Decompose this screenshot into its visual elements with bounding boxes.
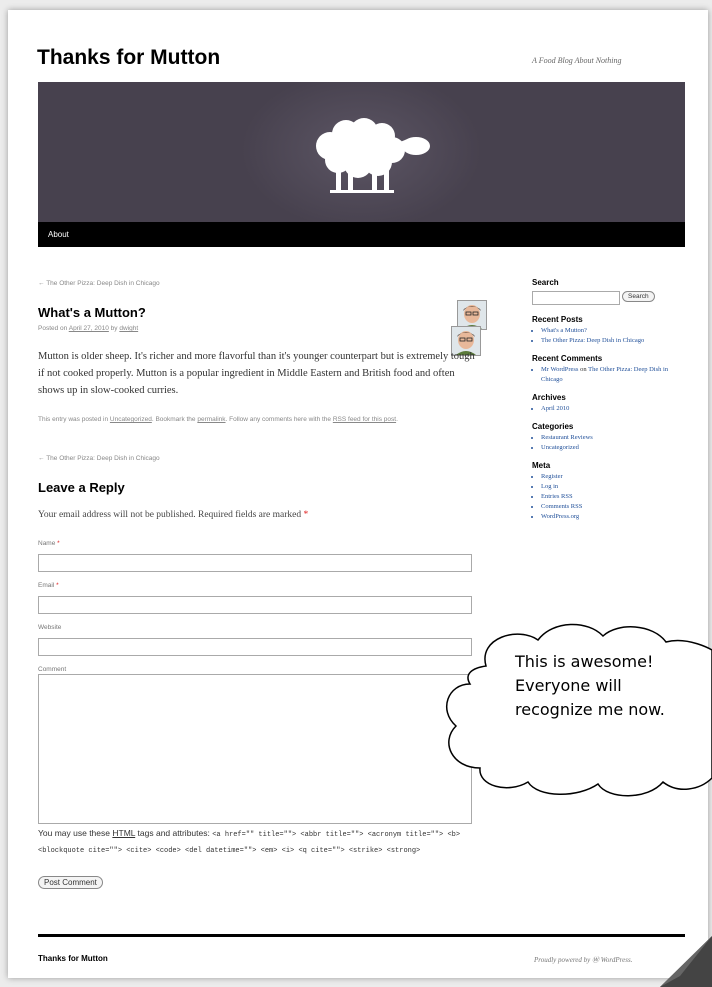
website-field[interactable] xyxy=(38,638,472,656)
recent-comments-list: Mr WordPress on The Other Pizza: Deep Di… xyxy=(532,365,682,385)
recent-posts-title: Recent Posts xyxy=(532,315,583,324)
post-comment-button[interactable]: Post Comment xyxy=(38,876,103,889)
comment-label: Comment xyxy=(38,666,67,673)
required-marker: * xyxy=(56,582,59,589)
search-widget-title: Search xyxy=(532,278,559,287)
footer-text-3: . Follow any comments here with the xyxy=(225,416,333,423)
footer-text-4: . xyxy=(396,416,398,423)
footer-text-1: This entry was posted in xyxy=(38,416,110,423)
allowed-tags-note: You may use these HTML tags and attribut… xyxy=(38,825,498,857)
recent-comment-item: Mr WordPress on The Other Pizza: Deep Di… xyxy=(541,365,682,385)
name-label: Name * xyxy=(38,540,60,547)
cloud-line: This is awesome! xyxy=(515,652,654,671)
category-item[interactable]: Uncategorized xyxy=(541,443,682,453)
meta-item-entries-rss[interactable]: Entries RSS xyxy=(541,492,682,502)
site-tagline: A Food Blog About Nothing xyxy=(532,56,622,65)
browser-page: Thanks for Mutton A Food Blog About Noth… xyxy=(8,10,708,978)
tags-suffix: tags and attributes: xyxy=(135,828,213,838)
meta-item-wordpress-org[interactable]: WordPress.org xyxy=(541,512,682,522)
leave-reply-heading: Leave a Reply xyxy=(38,480,125,495)
meta-prefix: Posted on xyxy=(38,325,69,332)
categories-title: Categories xyxy=(532,422,574,431)
comment-textarea[interactable] xyxy=(38,674,472,824)
name-field[interactable] xyxy=(38,554,472,572)
category-item[interactable]: Restaurant Reviews xyxy=(541,433,682,443)
header-banner xyxy=(38,82,685,222)
footer-credit[interactable]: Proudly powered by Ⓦ WordPress. xyxy=(534,955,632,965)
meta-item-register[interactable]: Register xyxy=(541,472,682,482)
meta-by: by xyxy=(108,325,120,332)
email-field[interactable] xyxy=(38,596,472,614)
meta-list: Register Log in Entries RSS Comments RSS… xyxy=(532,472,682,522)
required-marker: * xyxy=(57,540,60,547)
recent-posts-list: What's a Mutton? The Other Pizza: Deep D… xyxy=(532,326,682,346)
meta-item-login[interactable]: Log in xyxy=(541,482,682,492)
email-label: Email * xyxy=(38,582,59,589)
archives-list: April 2010 xyxy=(532,404,682,414)
category-link[interactable]: Uncategorized xyxy=(110,416,152,423)
avatar-face-icon xyxy=(458,301,486,329)
post-title[interactable]: What's a Mutton? xyxy=(38,305,146,320)
main-nav: About xyxy=(38,222,685,247)
prev-post-link-bottom[interactable]: ← The Other Pizza: Deep Dish in Chicago xyxy=(38,455,160,462)
comment-on-text: on xyxy=(578,366,589,373)
comment-notes-text: Your email address will not be published… xyxy=(38,510,302,520)
categories-list: Restaurant Reviews Uncategorized xyxy=(532,433,682,453)
nav-item-about[interactable]: About xyxy=(48,230,69,239)
permalink-link[interactable]: permalink xyxy=(197,416,225,423)
website-label: Website xyxy=(38,624,62,631)
page-curl-shadow xyxy=(660,936,712,987)
required-marker: * xyxy=(303,510,309,520)
cloud-line: recognize me now. xyxy=(515,700,665,719)
archive-item[interactable]: April 2010 xyxy=(541,404,682,414)
post-meta: Posted on April 27, 2010 by dwight xyxy=(38,325,138,332)
rss-feed-link[interactable]: RSS feed for this post xyxy=(333,416,396,423)
post-date-link[interactable]: April 27, 2010 xyxy=(69,325,109,332)
name-label-text: Name xyxy=(38,540,56,547)
prev-post-link[interactable]: ← The Other Pizza: Deep Dish in Chicago xyxy=(38,280,160,287)
tags-prefix: You may use these xyxy=(38,828,113,838)
sheep-banner-image xyxy=(38,82,685,222)
footer-divider xyxy=(38,934,685,937)
post-author-link[interactable]: dwight xyxy=(119,325,138,332)
search-button[interactable]: Search xyxy=(622,291,655,302)
thought-cloud-text: This is awesome! Everyone will recognize… xyxy=(515,650,665,722)
search-form: Search xyxy=(532,289,682,307)
site-title[interactable]: Thanks for Mutton xyxy=(37,46,220,70)
footer-text-2: . Bookmark the xyxy=(151,416,198,423)
search-input[interactable] xyxy=(532,291,620,305)
recent-post-item[interactable]: The Other Pizza: Deep Dish in Chicago xyxy=(541,336,682,346)
meta-widget-title: Meta xyxy=(532,461,551,470)
cloud-line: Everyone will xyxy=(515,676,622,695)
comment-author-link[interactable]: Mr WordPress xyxy=(541,366,578,373)
email-label-text: Email xyxy=(38,582,55,589)
footer-site-title[interactable]: Thanks for Mutton xyxy=(38,954,108,963)
html-abbr: HTML xyxy=(112,828,136,838)
archives-title: Archives xyxy=(532,393,566,402)
post-footer-meta: This entry was posted in Uncategorized. … xyxy=(38,415,493,425)
comment-notes: Your email address will not be published… xyxy=(38,510,308,520)
meta-item-comments-rss[interactable]: Comments RSS xyxy=(541,502,682,512)
sidebar: Search Search Recent Posts What's a Mutt… xyxy=(532,278,682,530)
recent-comments-title: Recent Comments xyxy=(532,354,603,363)
recent-post-item[interactable]: What's a Mutton? xyxy=(541,326,682,336)
post-body: Mutton is older sheep. It's richer and m… xyxy=(38,351,475,396)
